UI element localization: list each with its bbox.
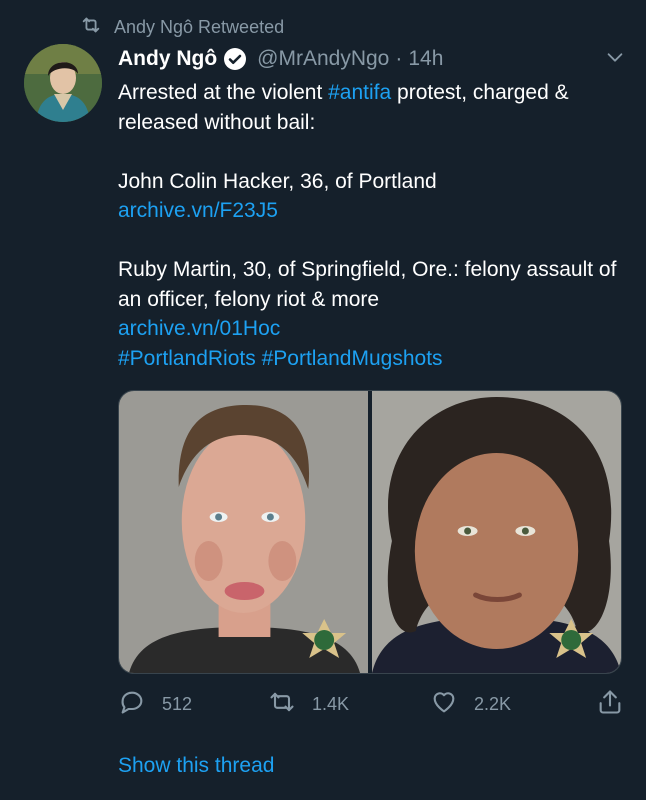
retweet-icon: [80, 14, 102, 41]
retweet-icon: [268, 688, 296, 721]
timestamp[interactable]: 14h: [408, 47, 443, 71]
retweeted-by-label: Andy Ngô Retweeted: [114, 17, 285, 37]
tweet-header: Andy Ngô @MrAndyNgo · 14h: [118, 44, 626, 74]
share-icon: [596, 688, 624, 721]
intro-pre: Arrested at the violent: [118, 81, 329, 104]
person2-text: Ruby Martin, 30, of Springfield, Ore.: f…: [118, 258, 617, 311]
avatar[interactable]: [24, 44, 102, 122]
mugshot-photo-1[interactable]: [119, 391, 368, 673]
retweeted-by[interactable]: Andy Ngô Retweeted: [80, 14, 284, 41]
tweet-actions: 512 1.4K 2.2K: [118, 688, 624, 721]
share-button[interactable]: [596, 688, 624, 721]
mugshot-photo-2[interactable]: [372, 391, 621, 673]
hashtag-portlandmugshots[interactable]: #PortlandMugshots: [262, 347, 443, 370]
person1-text: John Colin Hacker, 36, of Portland: [118, 169, 437, 193]
retweet-count: 1.4K: [312, 694, 350, 714]
link-archive-1[interactable]: archive.vn/F23J5: [118, 199, 278, 222]
show-thread-link[interactable]: Show this thread: [118, 754, 274, 778]
author-handle[interactable]: @MrAndyNgo: [257, 47, 389, 71]
like-icon: [430, 688, 458, 721]
link-archive-2[interactable]: archive.vn/01Hoc: [118, 317, 280, 340]
hashtag-antifa[interactable]: #antifa: [328, 81, 391, 104]
separator: ·: [395, 47, 403, 70]
tweet-text: Arrested at the violent #antifa protest,…: [118, 78, 628, 373]
chevron-down-icon[interactable]: [604, 46, 626, 68]
reply-count: 512: [162, 694, 193, 714]
hashtag-portlandriots[interactable]: #PortlandRiots: [118, 347, 256, 370]
author-name[interactable]: Andy Ngô: [118, 47, 217, 71]
media-grid: [118, 390, 622, 674]
verified-icon: [223, 47, 247, 71]
like-button[interactable]: 2.2K: [430, 688, 594, 721]
retweet-button[interactable]: 1.4K: [268, 688, 430, 721]
reply-button[interactable]: 512: [118, 688, 268, 721]
reply-icon: [118, 688, 146, 721]
tweet-intro: Arrested at the violent #antifa protest,…: [118, 78, 628, 137]
like-count: 2.2K: [474, 694, 512, 714]
